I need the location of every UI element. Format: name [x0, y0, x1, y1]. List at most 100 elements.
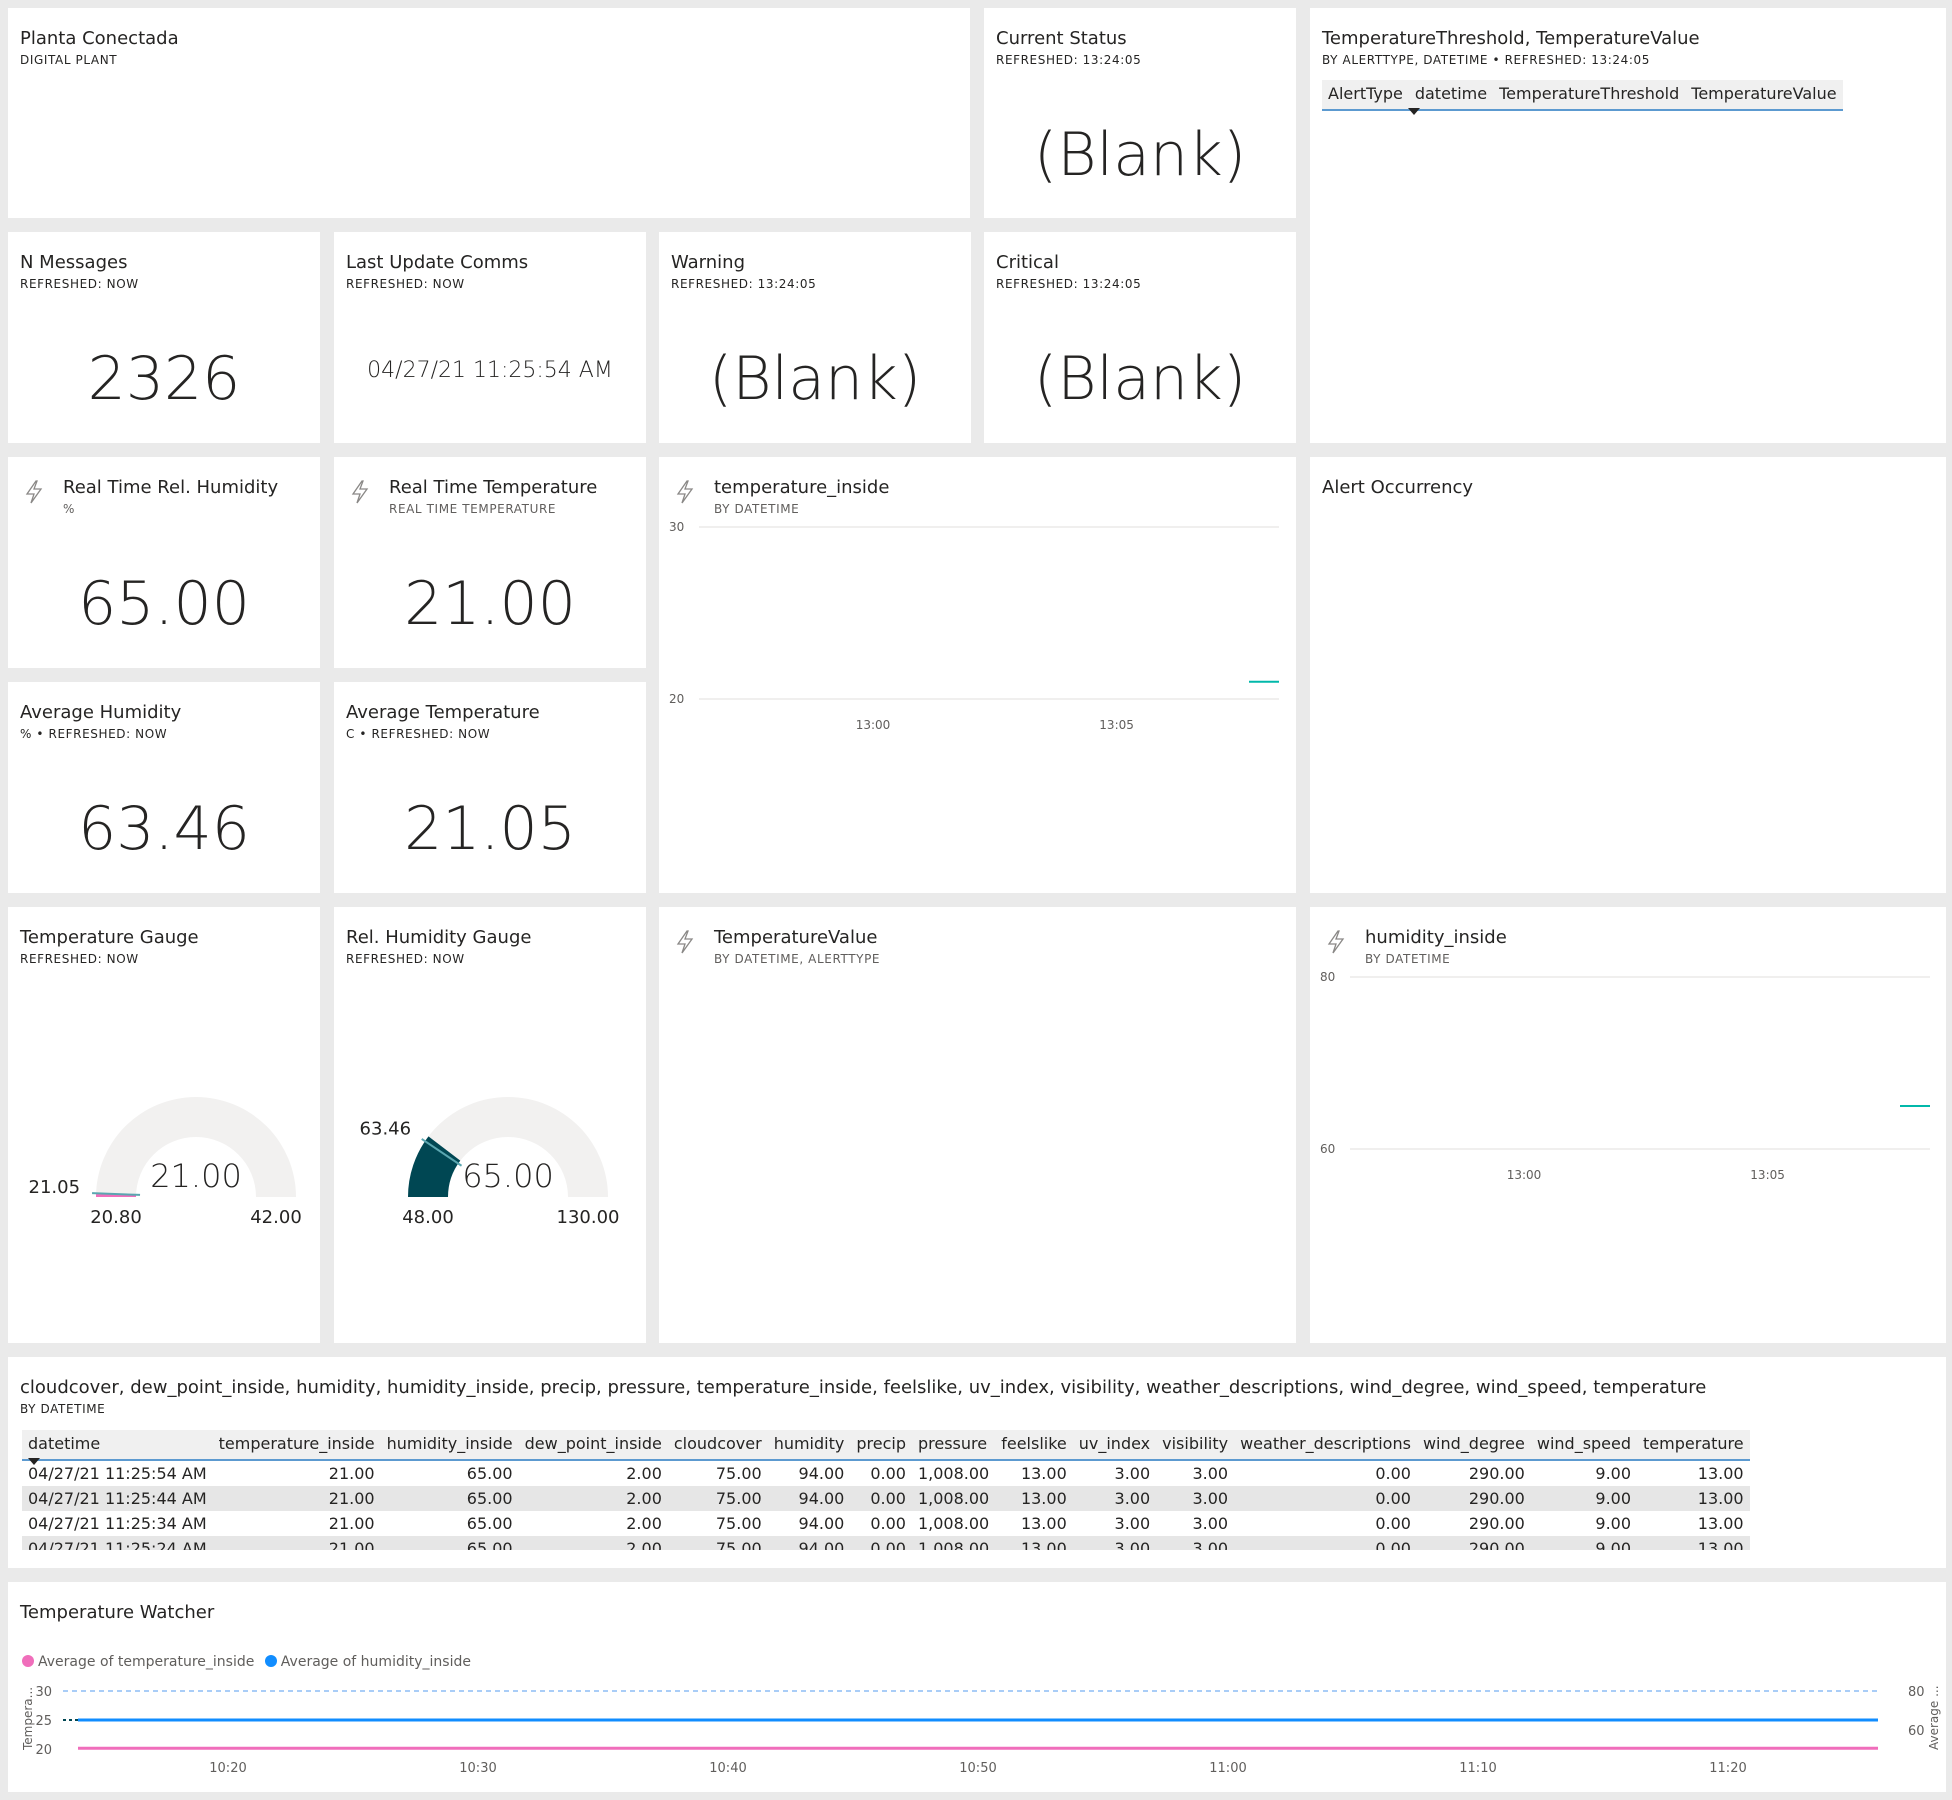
- tile-title: Alert Occurrency: [1322, 477, 1474, 498]
- tile-title: Warning: [671, 252, 746, 273]
- column-header-pressure[interactable]: pressure: [911, 1430, 996, 1461]
- gauge-max-label: 42.00: [250, 1207, 302, 1228]
- avg-humidity-tile[interactable]: Average Humidity % • REFRESHED: NOW 63.4…: [8, 682, 320, 893]
- gauge-target-label: 63.46: [360, 1118, 412, 1139]
- table-cell: 9.00: [1530, 1486, 1638, 1511]
- gauge-value: 21.00: [150, 1157, 242, 1195]
- temperature-inside-chart: 30 20 13:00 13:05: [669, 520, 1279, 732]
- table-cell: 75.00: [715, 1464, 762, 1483]
- tile-title: Real Time Rel. Humidity: [63, 477, 279, 498]
- table-cell: 290.00: [1468, 1514, 1525, 1533]
- table-cell: 3.00: [1072, 1486, 1157, 1511]
- column-header-dew-point-inside[interactable]: dew_point_inside: [518, 1430, 668, 1461]
- column-header-visibility[interactable]: visibility: [1156, 1430, 1235, 1461]
- y-right-tick-label: 80: [1908, 1685, 1925, 1700]
- table-header-row: AlertType datetime TemperatureThreshold …: [1322, 80, 1843, 111]
- column-header-datetime[interactable]: datetime: [1408, 80, 1494, 111]
- humidity-gauge: 65.00 48.00 130.00 63.46: [360, 1097, 619, 1228]
- column-header-cloudcover[interactable]: cloudcover: [667, 1430, 768, 1461]
- temperature-gauge-tile[interactable]: Temperature Gauge REFRESHED: NOW 21.00 20…: [8, 907, 320, 1343]
- card-value: 63.46: [78, 794, 250, 864]
- weather-table: datetime temperature_inside humidity_insid…: [22, 1430, 1750, 1550]
- column-header-humidity[interactable]: humidity: [767, 1430, 851, 1461]
- table-cell: 13.00: [1020, 1514, 1067, 1533]
- column-header-feelslike[interactable]: feelslike: [995, 1430, 1073, 1461]
- table-row[interactable]: 04/27/21 11:25:24 AM 21.00 65.00 2.00 75.00 9…: [22, 1536, 1750, 1550]
- column-header-temperaturevalue[interactable]: TemperatureValue: [1685, 80, 1843, 111]
- rt-humidity-tile[interactable]: Real Time Rel. Humidity % 65.00: [8, 457, 320, 668]
- table-cell: 65.00: [466, 1464, 513, 1483]
- gauge-min-label: 20.80: [90, 1207, 142, 1228]
- table-row[interactable]: 04/27/21 11:25:54 AM 21.00 65.00 2.00 75.00 9…: [22, 1460, 1750, 1486]
- tile-subtitle: REFRESHED: 13:24:05: [996, 53, 1142, 67]
- tile-title: cloudcover, dew_point_inside, humidity, …: [20, 1377, 1707, 1398]
- humidity-inside-chart: 80 60 13:00 13:05: [1320, 970, 1930, 1182]
- x-tick-label: 10:50: [959, 1761, 996, 1776]
- table-cell: 94.00: [767, 1536, 851, 1550]
- planta-conectada-tile[interactable]: Planta Conectada DIGITAL PLANT: [8, 8, 970, 218]
- weather-table-tile[interactable]: cloudcover, dew_point_inside, humidity, …: [8, 1357, 1946, 1568]
- table-row[interactable]: 04/27/21 11:25:44 AM 21.00 65.00 2.00 75.00 9…: [22, 1486, 1750, 1511]
- table-cell: 3.00: [1114, 1514, 1151, 1533]
- y-left-axis-title: Tempera...: [21, 1687, 35, 1751]
- lightning-bolt-icon: [348, 479, 372, 505]
- n-messages-tile[interactable]: N Messages REFRESHED: NOW 2326: [8, 232, 320, 443]
- table-cell: 0.00: [850, 1486, 912, 1511]
- card-value: (Blank): [1033, 344, 1247, 414]
- rt-temperature-tile[interactable]: Real Time Temperature REAL TIME TEMPERAT…: [334, 457, 646, 668]
- table-cell: 2.00: [626, 1514, 662, 1533]
- table-cell: 04/27/21 11:25:54 AM: [28, 1464, 207, 1483]
- table-cell: 0.00: [870, 1514, 906, 1533]
- gauge-value: 65.00: [462, 1157, 554, 1195]
- table-cell: 3.00: [1192, 1464, 1229, 1483]
- column-header-weather-descriptions[interactable]: weather_descriptions: [1234, 1430, 1417, 1461]
- humidity-inside-tile[interactable]: humidity_inside BY DATETIME 80 60 13:00 13:…: [1310, 907, 1946, 1343]
- table-cell: 3.00: [1156, 1536, 1235, 1550]
- temperature-watcher-tile[interactable]: Temperature Watcher Average of temperatu…: [8, 1582, 1946, 1792]
- current-status-tile[interactable]: Current Status REFRESHED: 13:24:05 (Blan…: [984, 8, 1296, 218]
- column-header-wind-degree[interactable]: wind_degree: [1416, 1430, 1531, 1461]
- avg-temperature-tile[interactable]: Average Temperature C • REFRESHED: NOW 2…: [334, 682, 646, 893]
- x-tick-label: 10:20: [209, 1761, 246, 1776]
- table-cell: 3.00: [1072, 1536, 1157, 1550]
- sort-descending-icon: [1408, 108, 1420, 115]
- critical-tile[interactable]: Critical REFRESHED: 13:24:05 (Blank): [984, 232, 1296, 443]
- table-cell: 3.00: [1114, 1464, 1151, 1483]
- column-header-datetime[interactable]: datetime: [22, 1430, 213, 1461]
- alert-occurrency-tile[interactable]: Alert Occurrency: [1310, 457, 1946, 893]
- last-update-tile[interactable]: Last Update Comms REFRESHED: NOW 04/27/2…: [334, 232, 646, 443]
- tile-title: TemperatureValue: [714, 927, 878, 948]
- table-cell: 0.00: [1375, 1464, 1411, 1483]
- temperature-inside-tile[interactable]: temperature_inside BY DATETIME 30 20 13:00…: [659, 457, 1296, 893]
- tile-title: N Messages: [20, 252, 128, 273]
- column-header-temperature[interactable]: temperature: [1637, 1430, 1750, 1461]
- tile-subtitle: BY ALERTTYPE, DATETIME • REFRESHED: 13:2…: [1322, 53, 1650, 67]
- card-value: 04/27/21 11:25:54 AM: [367, 358, 613, 383]
- tile-title: Planta Conectada: [20, 28, 179, 49]
- column-header-alerttype[interactable]: AlertType: [1322, 80, 1409, 111]
- table-cell: 65.00: [466, 1514, 513, 1533]
- x-tick-label: 13:05: [1750, 1168, 1785, 1182]
- column-header-temperaturethreshold[interactable]: TemperatureThreshold: [1493, 80, 1686, 111]
- column-header-uv-index[interactable]: uv_index: [1072, 1430, 1157, 1461]
- card-value: 21.05: [404, 794, 576, 864]
- column-header-wind-speed[interactable]: wind_speed: [1530, 1430, 1638, 1461]
- sort-descending-icon: [28, 1458, 40, 1465]
- y-tick-label: 30: [669, 520, 684, 534]
- table-cell: 13.00: [1637, 1536, 1750, 1550]
- table-cell: 290.00: [1416, 1536, 1531, 1550]
- warning-tile[interactable]: Warning REFRESHED: 13:24:05 (Blank): [659, 232, 971, 443]
- column-header-temperature-inside[interactable]: temperature_inside: [212, 1430, 381, 1461]
- y-left-tick-label: 30: [35, 1685, 52, 1700]
- column-header-humidity-inside[interactable]: humidity_inside: [380, 1430, 519, 1461]
- alerts-table-tile[interactable]: TemperatureThreshold, TemperatureValue B…: [1310, 8, 1946, 443]
- humidity-gauge-tile[interactable]: Rel. Humidity Gauge REFRESHED: NOW 65.00…: [334, 907, 646, 1343]
- column-header-precip[interactable]: precip: [850, 1430, 912, 1461]
- table-cell: 2.00: [518, 1486, 668, 1511]
- gauge-target-label: 21.05: [29, 1177, 81, 1198]
- table-cell: 3.00: [1192, 1514, 1229, 1533]
- table-row[interactable]: 04/27/21 11:25:34 AM 21.00 65.00 2.00 75.00 9…: [22, 1511, 1750, 1536]
- y-left-tick-label: 20: [35, 1743, 52, 1758]
- temperature-value-tile[interactable]: TemperatureValue BY DATETIME, ALERTTYPE: [659, 907, 1296, 1343]
- table-cell: 04/27/21 11:25:24 AM: [22, 1536, 213, 1550]
